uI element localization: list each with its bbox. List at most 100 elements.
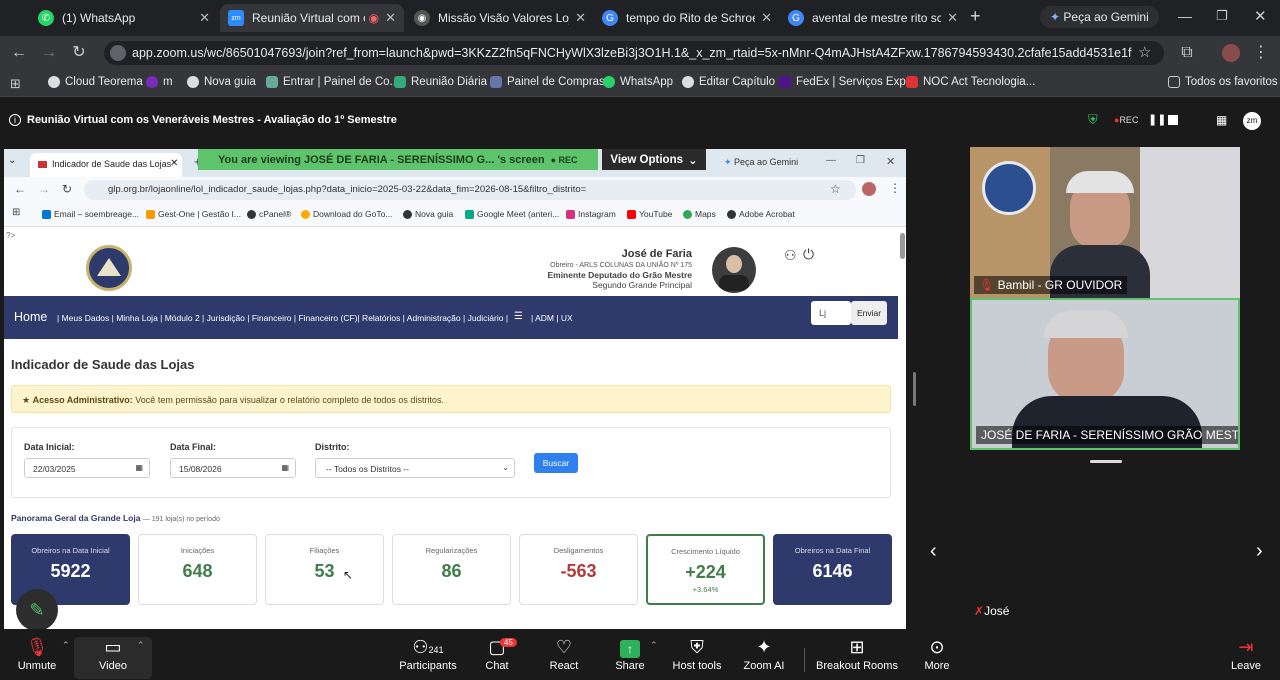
nav-menu-icon[interactable]: ☰: [514, 311, 523, 322]
video-options-icon[interactable]: ⌃: [137, 640, 145, 651]
bookmark[interactable]: NOC Act Tecnologia...: [906, 76, 1035, 88]
star-icon[interactable]: ☆: [830, 182, 841, 196]
reload-icon[interactable]: ↻: [68, 42, 90, 64]
bookmark[interactable]: Google Meet (anteri...: [465, 209, 559, 219]
maximize-button[interactable]: ❐: [856, 155, 865, 166]
bookmark[interactable]: m: [146, 76, 173, 88]
bookmark[interactable]: cPanel®: [247, 209, 291, 219]
close-icon[interactable]: ✕: [199, 10, 210, 26]
bookmark[interactable]: Editar Capítulo: [682, 76, 775, 88]
bookmark[interactable]: Email – soembreage...: [42, 209, 139, 219]
menu-icon[interactable]: ⋮: [1250, 42, 1272, 64]
new-tab-button[interactable]: +: [970, 6, 981, 27]
host-tools-button[interactable]: ⛨ Host tools: [664, 636, 730, 672]
share-options-icon[interactable]: ⌃: [650, 640, 658, 651]
extensions-icon[interactable]: ⧉: [1176, 42, 1198, 64]
react-button[interactable]: ♡ React: [531, 636, 597, 672]
reload-icon[interactable]: ↻: [62, 182, 72, 196]
url-bar[interactable]: glp.org.br/lojaonline/lol_indicador_saud…: [84, 180, 856, 200]
shared-tab[interactable]: Indicador de Saude das Lojas ✕: [30, 153, 182, 177]
bookmark[interactable]: Nova guia: [187, 76, 256, 88]
leave-button[interactable]: ⇥ Leave: [1213, 636, 1279, 672]
chat-button[interactable]: ▢ Chat: [464, 636, 530, 672]
zoom-ai-button[interactable]: ✦ Zoom AI: [731, 636, 797, 672]
bookmark[interactable]: Maps: [683, 209, 716, 219]
power-icon[interactable]: ⏻: [803, 246, 814, 263]
minimize-button[interactable]: —: [1178, 8, 1192, 24]
split-handle[interactable]: [913, 372, 916, 406]
prev-page-icon[interactable]: ‹: [930, 540, 937, 563]
close-icon[interactable]: ✕: [761, 10, 772, 26]
send-button[interactable]: Enviar: [851, 301, 887, 325]
calendar-icon[interactable]: ▦: [281, 463, 289, 472]
bookmark[interactable]: WhatsApp: [603, 76, 673, 88]
nav-home[interactable]: Home: [14, 310, 47, 324]
nav-search-input[interactable]: Lj: [811, 301, 851, 325]
close-icon[interactable]: ✕: [170, 158, 178, 169]
more-button[interactable]: ⊙ More: [904, 636, 970, 672]
profile-avatar[interactable]: [862, 182, 876, 196]
bookmark[interactable]: Download do GoTo...: [301, 209, 392, 219]
bookmark[interactable]: Cloud Teorema: [48, 76, 143, 88]
forward-icon[interactable]: →: [38, 182, 50, 196]
close-icon[interactable]: ✕: [947, 10, 958, 26]
shield-icon[interactable]: ⛨: [1088, 112, 1098, 128]
bookmark[interactable]: Entrar | Painel de Co...: [266, 76, 399, 88]
close-icon[interactable]: ✕: [575, 10, 586, 26]
forward-icon[interactable]: →: [38, 42, 60, 64]
view-options-button[interactable]: View Options ⌄: [602, 149, 706, 170]
participants-button[interactable]: ⚇241 Participants: [395, 636, 461, 672]
tab-zoom[interactable]: zmReunião Virtual com os V◉✕: [220, 4, 404, 32]
bookmark[interactable]: Nova guia: [403, 209, 453, 219]
start-date-input[interactable]: 22/03/2025 ▦: [24, 458, 150, 478]
tab-avental[interactable]: Gavental de mestre rito schroc✕: [780, 4, 966, 32]
site-info-icon[interactable]: [110, 45, 126, 61]
tab-list-icon[interactable]: ⌄: [8, 155, 16, 166]
unmute-button[interactable]: 🎙︎ Unmute: [4, 636, 70, 672]
star-icon[interactable]: ☆: [1138, 43, 1151, 61]
gemini-button[interactable]: ✦ Peça ao Gemini: [724, 157, 798, 168]
search-button[interactable]: Buscar: [534, 453, 578, 473]
maximize-button[interactable]: ❐: [1216, 8, 1228, 24]
scrollbar[interactable]: [900, 233, 905, 259]
district-select[interactable]: -- Todos os Distritos -- ⌄: [315, 458, 515, 478]
close-window-button[interactable]: ✕: [886, 155, 895, 168]
apps-icon[interactable]: ⊞: [12, 207, 20, 218]
next-page-icon[interactable]: ›: [1256, 540, 1263, 563]
gemini-button[interactable]: ✦ Peça ao Gemini: [1040, 6, 1159, 28]
gallery-handle[interactable]: [1090, 460, 1122, 463]
menu-icon[interactable]: ⋮: [889, 181, 901, 195]
minimize-button[interactable]: —: [826, 155, 836, 166]
bookmark[interactable]: Painel de Compras: [490, 76, 605, 88]
bookmark[interactable]: Gest-One | Gestão I...: [146, 209, 241, 219]
user-settings-icon[interactable]: ⚇: [784, 247, 797, 264]
pause-icon[interactable]: ❚❚: [1148, 113, 1166, 126]
audio-options-icon[interactable]: ⌃: [62, 640, 70, 651]
zoom-apps-icon[interactable]: zm: [1243, 112, 1261, 130]
bookmark[interactable]: YouTube: [627, 209, 672, 219]
nav-links[interactable]: | Meus Dados | Minha Loja | Módulo 2 | J…: [57, 313, 508, 323]
profile-avatar[interactable]: [1222, 44, 1240, 62]
tab-missao[interactable]: ◉ Missão Visão Valores Loja ✕: [406, 4, 594, 32]
back-icon[interactable]: ←: [8, 42, 30, 64]
calendar-icon[interactable]: ▦: [135, 463, 143, 472]
end-date-input[interactable]: 15/08/2026 ▦: [170, 458, 296, 478]
apps-icon[interactable]: ⊞: [10, 76, 21, 92]
annotate-pencil-icon[interactable]: ✎: [16, 589, 58, 629]
bookmark[interactable]: Reunião Diária: [394, 76, 487, 88]
bookmark[interactable]: FedEx | Serviços Exp...: [779, 76, 915, 88]
tab-whatsapp[interactable]: ✆ (1) WhatsApp ✕: [30, 4, 218, 32]
layout-icon[interactable]: ▦: [1216, 113, 1227, 127]
all-bookmarks[interactable]: Todos os favoritos: [1168, 76, 1278, 88]
video-tile-jose-faria[interactable]: JOSÉ DE FARIA - SERENÍSSIMO GRÃO MESTRE: [970, 298, 1240, 450]
back-icon[interactable]: ←: [14, 182, 26, 196]
close-icon[interactable]: ✕: [385, 10, 396, 26]
stop-icon[interactable]: [1168, 115, 1178, 125]
bookmark[interactable]: Adobe Acrobat: [727, 209, 795, 219]
nav-links-admin[interactable]: | ADM | UX: [531, 313, 573, 323]
url-bar[interactable]: app.zoom.us/wc/86501047693/join?ref_from…: [104, 41, 1164, 65]
tab-schroeder[interactable]: Gtempo do Rito de Schroeder✕: [594, 4, 780, 32]
video-tile-bambil[interactable]: 🎙︎ Bambil - GR OUVIDOR: [970, 147, 1240, 298]
bookmark[interactable]: Instagram: [566, 209, 616, 219]
breakout-rooms-button[interactable]: ⊞ Breakout Rooms: [815, 636, 899, 672]
